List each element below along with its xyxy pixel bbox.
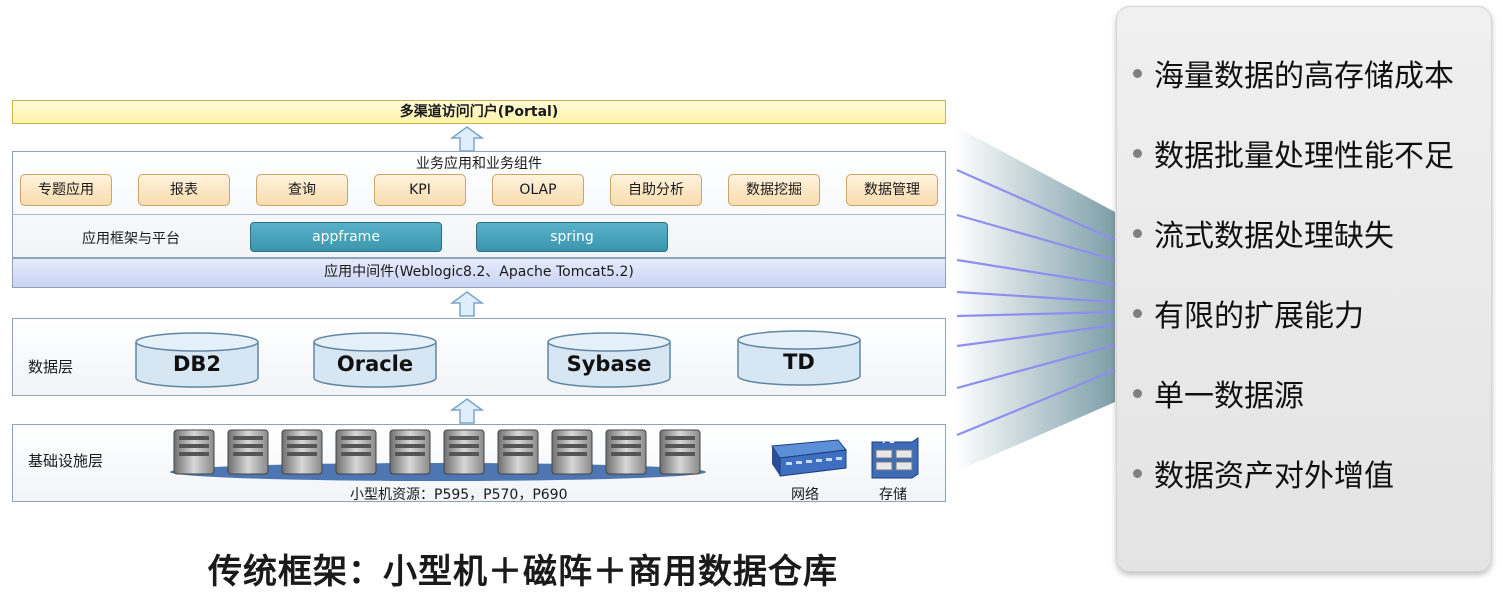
portal-bar: 多渠道访问门户(Portal) (12, 100, 946, 124)
server-row (168, 426, 708, 482)
server-icon (173, 429, 215, 475)
storage-icon: FC (868, 436, 920, 480)
chip-guanli[interactable]: 数据管理 (846, 174, 938, 206)
funnel-graphic (955, 126, 1116, 472)
storage-label: 存储 (879, 487, 907, 503)
chip-chaxun[interactable]: 查询 (256, 174, 348, 206)
oracle-cylinder: Oracle (313, 332, 437, 388)
bullet-icon (1133, 388, 1142, 398)
problem-item: 数据资产对外增值 (1133, 453, 1394, 494)
problem-item: 海量数据的高存储成本 (1133, 53, 1454, 94)
appframe-button[interactable]: appframe (250, 222, 442, 252)
business-title: 业务应用和业务组件 (416, 156, 542, 172)
problem-text: 数据批量处理性能不足 (1154, 139, 1454, 174)
problem-text: 海量数据的高存储成本 (1154, 59, 1454, 94)
framework-label: 应用框架与平台 (82, 231, 180, 247)
servers-caption: 小型机资源：P595，P570，P690 (350, 487, 568, 503)
up-arrow-icon (450, 398, 484, 424)
problem-text: 数据资产对外增值 (1154, 459, 1394, 494)
bullet-icon (1133, 468, 1142, 478)
chip-wajue[interactable]: 数据挖掘 (728, 174, 820, 206)
db2-label: DB2 (172, 352, 222, 376)
problem-item: 单一数据源 (1133, 373, 1304, 414)
chip-baobiao[interactable]: 报表 (138, 174, 230, 206)
storage-badge: FC (882, 436, 895, 446)
network-label: 网络 (791, 487, 819, 503)
problem-text: 流式数据处理缺失 (1154, 219, 1394, 254)
problem-item: 有限的扩展能力 (1133, 293, 1364, 334)
diagram-caption: 传统框架：小型机＋磁阵＋商用数据仓库 (208, 552, 838, 592)
data-layer-label: 数据层 (28, 358, 74, 376)
chip-olap[interactable]: OLAP (492, 174, 584, 206)
server-icons (170, 429, 706, 481)
problem-text: 有限的扩展能力 (1154, 299, 1364, 334)
bullet-icon (1133, 228, 1142, 238)
oracle-label: Oracle (336, 352, 414, 376)
td-label: TD (783, 350, 815, 374)
spring-button[interactable]: spring (476, 222, 668, 252)
network-switch-icon (771, 439, 847, 477)
chip-zhuanti[interactable]: 专题应用 (20, 174, 112, 206)
problems-panel: 海量数据的高存储成本 数据批量处理性能不足 流式数据处理缺失 有限的扩展能力 单… (1116, 6, 1492, 572)
up-arrow-icon (450, 291, 484, 317)
infra-label: 基础设施层 (28, 452, 104, 470)
db2-cylinder: DB2 (135, 332, 259, 388)
chip-kpi[interactable]: KPI (374, 174, 466, 206)
middleware-bar: 应用中间件(Weblogic8.2、Apache Tomcat5.2) (12, 258, 946, 288)
bullet-icon (1133, 148, 1142, 158)
chip-zizhu[interactable]: 自助分析 (610, 174, 702, 206)
problem-item: 数据批量处理性能不足 (1133, 133, 1454, 174)
bullet-icon (1133, 308, 1142, 318)
problem-text: 单一数据源 (1154, 379, 1304, 414)
problem-item: 流式数据处理缺失 (1133, 213, 1394, 254)
bullet-icon (1133, 68, 1142, 78)
framework-divider (12, 214, 946, 215)
sybase-cylinder: Sybase (547, 332, 671, 388)
td-cylinder: TD (737, 330, 861, 386)
sybase-label: Sybase (566, 352, 652, 376)
up-arrow-icon (450, 126, 484, 152)
